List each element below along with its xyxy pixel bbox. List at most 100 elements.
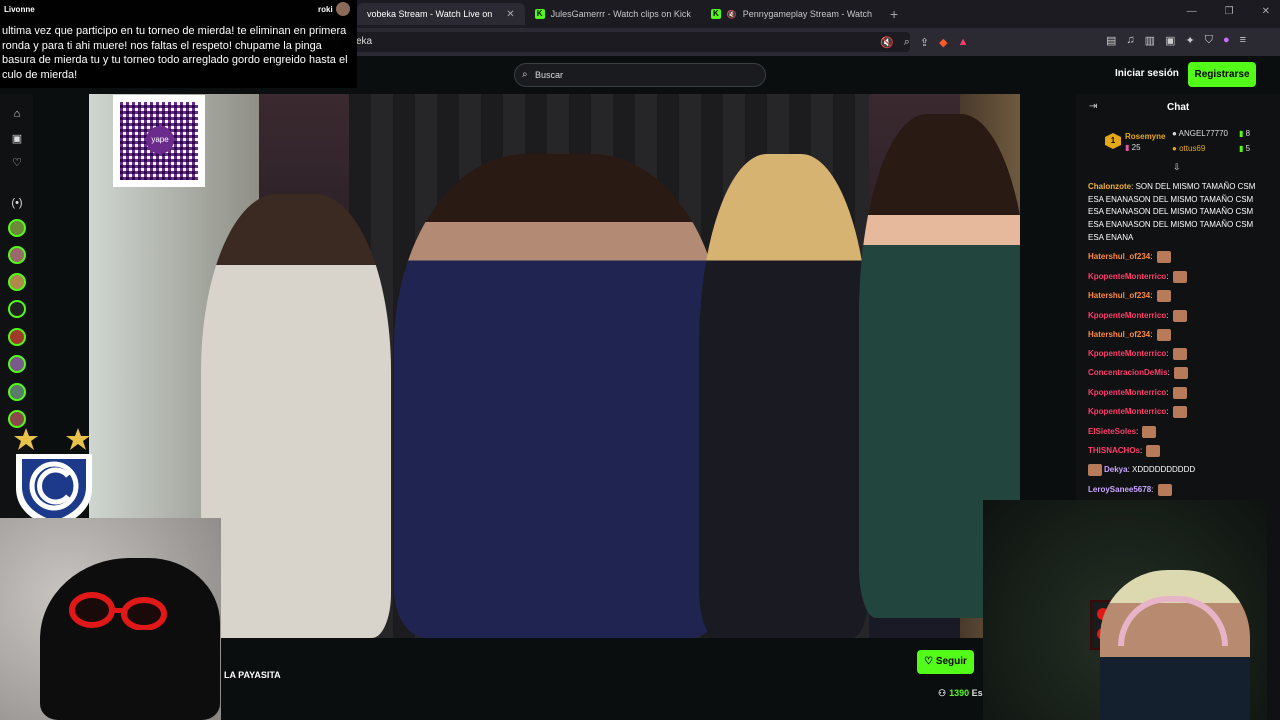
leader-count: ▮ 5 [1239, 144, 1251, 153]
emote-icon [1172, 348, 1187, 360]
emote-icon [1156, 329, 1171, 341]
muted-icon: 🔇 [726, 9, 737, 19]
gift-icon: ▮ [1239, 129, 1244, 138]
rank-icon: ● [1172, 144, 1177, 153]
chat-message: LeroySanee5678: [1088, 484, 1260, 497]
video-player[interactable] [89, 94, 1020, 638]
kick-logo-icon: K [534, 9, 545, 19]
donation-label: roki [318, 5, 333, 14]
sidebar-icon[interactable]: ▥ [1145, 34, 1155, 47]
reader-icon[interactable]: ▤ [1106, 34, 1116, 47]
chat-message: Hatershul_of234: [1088, 329, 1260, 342]
window-controls: — ❐ ✕ [1187, 6, 1270, 17]
leader-name[interactable]: ● ANGEL77770 [1172, 129, 1228, 138]
chat-message: Hatershul_of234: [1088, 290, 1260, 303]
search-icon: ⌕ [522, 69, 528, 80]
red-sunglasses [69, 592, 167, 630]
scroll-down-icon[interactable]: ⇩ [1173, 162, 1181, 173]
avatar[interactable] [8, 246, 26, 264]
chat-message: KpopenteMonterrico: [1088, 406, 1260, 419]
tab-label: Pennygameplay Stream - Watch [742, 9, 873, 19]
rank-icon: ● [1172, 129, 1177, 138]
live-channels-icon[interactable]: (•) [10, 196, 24, 210]
avatar[interactable] [8, 219, 26, 237]
leader-name[interactable]: Rosemyne [1125, 132, 1165, 141]
chat-message: Chalonzote: SON DEL MISMO TAMAÑO CSM ESA… [1088, 182, 1256, 242]
leader-count: ▮ 8 [1239, 129, 1251, 138]
follow-label: Seguir [935, 656, 967, 667]
video-person-groom [201, 194, 391, 638]
minimize-icon[interactable]: — [1187, 6, 1197, 17]
black-cat [40, 558, 220, 720]
chat-message: KpopenteMonterrico: [1088, 348, 1260, 361]
search-input[interactable]: ⌕ Buscar [514, 63, 766, 87]
video-person-blonde [699, 154, 869, 638]
gift-icon: ▮ [1239, 144, 1244, 153]
yape-qr-code: yape [113, 95, 205, 187]
emote-icon [1172, 387, 1187, 399]
emote-icon [1174, 367, 1189, 379]
vpn-icon[interactable]: ⛉ [1205, 34, 1213, 47]
home-icon[interactable]: ⌂ [10, 107, 24, 121]
tab-label: vobeka Stream - Watch Live on [367, 9, 493, 19]
browser-tab-pennygameplay[interactable]: K 🔇 Pennygameplay Stream - Watch [701, 3, 882, 25]
club-crest-logo [14, 428, 92, 528]
avatar[interactable] [8, 273, 26, 291]
mute-site-icon[interactable]: 🔇 [880, 36, 894, 49]
browse-icon[interactable]: ▣ [10, 132, 24, 146]
browser-tab-active[interactable]: vobeka Stream - Watch Live on ✕ [357, 3, 525, 25]
viewer-count: ⚇ 1390 Es [938, 688, 983, 698]
brave-shield-icon[interactable]: ◆ [939, 36, 947, 49]
chat-message: Dekya: XDDDDDDDDDD [1088, 464, 1260, 477]
follow-button[interactable]: ♡ Seguir [917, 650, 974, 674]
register-button[interactable]: Registrarse [1188, 62, 1256, 87]
wallet-icon[interactable]: ▣ [1165, 34, 1175, 47]
chat-message: Hatershul_of234: [1088, 251, 1260, 264]
profile-icon[interactable]: ● [1223, 34, 1230, 47]
emote-icon [1157, 484, 1172, 496]
chat-scrollbar[interactable] [1270, 94, 1280, 720]
music-icon[interactable]: ♫ [1126, 34, 1134, 47]
menu-icon[interactable]: ≡ [1240, 34, 1246, 47]
emote-icon [1172, 406, 1187, 418]
video-person-quinceanera [394, 154, 724, 638]
chat-message: ConcentracionDeMis: [1088, 367, 1260, 380]
emote-icon [1142, 426, 1157, 438]
avatar[interactable] [8, 383, 26, 401]
emote-icon [1172, 271, 1187, 283]
close-icon[interactable]: ✕ [506, 9, 514, 20]
yape-logo: yape [146, 126, 174, 154]
search-placeholder: Buscar [535, 70, 564, 80]
chat-message: ElSieteSoles: [1088, 426, 1260, 439]
avatar[interactable] [8, 355, 26, 373]
url-actions: 🔇 ⌕ ⇪ ◆ ▲ [880, 36, 968, 49]
chat-message: KpopenteMonterrico: [1088, 271, 1260, 284]
rewards-icon[interactable]: ▲ [958, 36, 969, 49]
extension-icon[interactable]: ✦ [1185, 34, 1194, 47]
heart-icon: ♡ [924, 656, 934, 667]
url-field[interactable]: eka [340, 32, 910, 52]
browser-tab-julesgamerrr[interactable]: K JulesGamerrr - Watch clips on Kick [525, 3, 701, 25]
tab-label: JulesGamerrr - Watch clips on Kick [550, 9, 691, 19]
leader-count: ▮ 25 [1125, 143, 1141, 152]
restore-icon[interactable]: ❐ [1225, 6, 1234, 17]
chat-title: Chat [1167, 102, 1190, 113]
chat-message: KpopenteMonterrico: [1088, 310, 1260, 323]
chat-message: THISNACHOs: [1088, 445, 1260, 458]
emote-icon [1088, 464, 1102, 476]
login-button[interactable]: Iniciar sesión [1115, 68, 1179, 79]
leader-name[interactable]: ● ottus69 [1172, 144, 1205, 153]
new-tab-icon[interactable]: + [890, 6, 898, 22]
zoom-icon[interactable]: ⌕ [904, 36, 910, 49]
collapse-chat-icon[interactable]: ⇥ [1089, 101, 1097, 112]
avatar[interactable] [8, 328, 26, 346]
viewers-icon: ⚇ [938, 688, 947, 698]
donation-user: Livonne [4, 5, 35, 14]
chat-message: KpopenteMonterrico: [1088, 387, 1260, 400]
following-icon[interactable]: ♡ [10, 156, 24, 170]
screen: vobeka Stream - Watch Live on ✕ K JulesG… [0, 0, 1280, 720]
extension-icons: ▤ ♫ ▥ ▣ ✦ ⛉ ● ≡ [1106, 34, 1246, 47]
close-window-icon[interactable]: ✕ [1262, 6, 1270, 17]
share-icon[interactable]: ⇪ [920, 36, 929, 49]
avatar[interactable] [8, 300, 26, 318]
